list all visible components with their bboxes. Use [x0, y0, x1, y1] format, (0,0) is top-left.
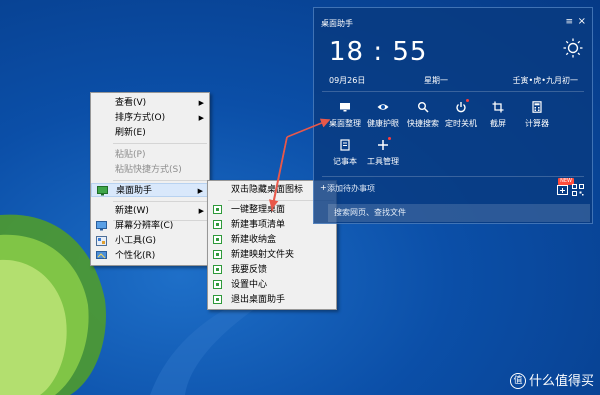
- calendar-add-icon[interactable]: [557, 184, 568, 195]
- gadgets-icon: [96, 236, 107, 246]
- plus-icon: [378, 140, 388, 150]
- chevron-right-icon: ▶: [198, 99, 204, 107]
- desktop-assistant-widget: 桌面助手 ≡ × 18 : 55 09月26日 星期一 壬寅•虎•九月初一 桌面…: [313, 7, 593, 224]
- notification-dot: [388, 137, 391, 140]
- menu-item-new[interactable]: 新建(W) ▶: [91, 204, 209, 218]
- power-icon-wrap: [455, 99, 469, 113]
- notification-dot: [466, 99, 469, 102]
- organize-icon: [213, 205, 222, 214]
- submenu-item-label: 双击隐藏桌面图标: [231, 185, 304, 195]
- tool-label: 工具管理: [367, 157, 399, 166]
- search-icon: [418, 102, 429, 113]
- crop-icon: [492, 101, 504, 113]
- menu-item-personalize[interactable]: 个性化(R): [91, 249, 209, 263]
- date-text: 09月26日: [329, 76, 366, 85]
- menu-item-label: 小工具(G): [115, 236, 156, 246]
- widget-title: 桌面助手: [321, 19, 353, 28]
- menu-item-gadgets[interactable]: 小工具(G): [91, 234, 209, 248]
- menu-item-label: 粘贴(P): [115, 150, 146, 160]
- submenu-item-label: 设置中心: [231, 280, 268, 290]
- chevron-right-icon: ▶: [198, 207, 204, 215]
- personalize-icon: [96, 251, 107, 259]
- power-icon: [456, 102, 466, 113]
- submenu-item-exit[interactable]: 退出桌面助手: [208, 293, 336, 307]
- menu-item-desktop-assistant[interactable]: 桌面助手 ▶: [91, 183, 209, 197]
- monitor-icon: [96, 221, 107, 231]
- menu-separator: [113, 201, 207, 202]
- widget-divider: [322, 91, 584, 92]
- submenu-item-feedback[interactable]: 我要反馈: [208, 263, 336, 277]
- submenu-item-label: 我要反馈: [231, 265, 268, 275]
- menu-item-label: 桌面助手: [116, 186, 153, 196]
- menu-item-paste-shortcut: 粘贴快捷方式(S): [91, 163, 209, 177]
- notepad-icon: [340, 139, 350, 151]
- submenu-item-new-mapped-folder[interactable]: 新建映射文件夹: [208, 248, 336, 262]
- menu-item-paste: 粘贴(P): [91, 148, 209, 162]
- menu-separator: [113, 180, 207, 181]
- watermark: 值什么值得买: [509, 370, 594, 389]
- menu-item-label: 排序方式(O): [115, 113, 166, 123]
- exit-icon: [213, 295, 222, 304]
- submenu-item-label: 新建事项清单: [231, 220, 286, 230]
- submenu-item-label: 新建映射文件夹: [231, 250, 295, 260]
- chevron-right-icon: ▶: [198, 114, 204, 122]
- desktop-context-menu: 查看(V) ▶ 排序方式(O) ▶ 刷新(E) 粘贴(P) 粘贴快捷方式(S) …: [90, 92, 210, 266]
- weekday-text: 星期一: [424, 76, 448, 85]
- lunar-date-text: 壬寅•虎•九月初一: [512, 76, 578, 85]
- monitor-icon: [340, 103, 350, 112]
- menu-item-label: 屏幕分辨率(C): [115, 221, 174, 231]
- menu-item-resolution[interactable]: 屏幕分辨率(C): [91, 219, 209, 233]
- add-todo-input[interactable]: 添加待办事项: [327, 183, 375, 194]
- watermark-text: 什么值得买: [528, 373, 594, 389]
- calculator-icon: [532, 101, 542, 113]
- todo-list-icon: [213, 220, 222, 229]
- submenu-item-label: 一键整理桌面: [231, 205, 286, 215]
- plus-icon-wrap: [377, 137, 391, 151]
- submenu-item-new-box[interactable]: 新建收纳盒: [208, 233, 336, 247]
- chevron-right-icon: ▶: [197, 187, 203, 195]
- tool-calculator[interactable]: 计算器: [514, 101, 560, 135]
- watermark-logo-icon: 值: [509, 373, 526, 389]
- widget-divider: [322, 176, 584, 177]
- gear-icon: [213, 280, 222, 289]
- storage-box-icon: [213, 235, 222, 244]
- search-input[interactable]: 搜索网页、查找文件: [328, 204, 590, 222]
- tool-manage[interactable]: 工具管理: [360, 137, 406, 173]
- menu-separator: [113, 143, 207, 144]
- menu-item-view[interactable]: 查看(V) ▶: [91, 96, 209, 110]
- close-icon[interactable]: ×: [578, 16, 586, 27]
- submenu-item-label: 退出桌面助手: [231, 295, 286, 305]
- add-todo-icon[interactable]: +: [320, 183, 327, 192]
- sun-weather-icon: [563, 38, 583, 58]
- menu-item-label: 粘贴快捷方式(S): [115, 165, 182, 175]
- menu-item-label: 个性化(R): [115, 251, 156, 261]
- feedback-icon: [213, 265, 222, 274]
- menu-item-label: 新建(W): [115, 206, 149, 216]
- clock-time: 18 : 55: [329, 37, 428, 67]
- menu-item-refresh[interactable]: 刷新(E): [91, 126, 209, 140]
- menu-item-label: 查看(V): [115, 98, 147, 108]
- desktop-assistant-icon: [97, 186, 108, 196]
- eye-icon: [377, 104, 389, 110]
- menu-item-sort[interactable]: 排序方式(O) ▶: [91, 111, 209, 125]
- submenu-item-settings[interactable]: 设置中心: [208, 278, 336, 292]
- menu-item-label: 刷新(E): [115, 128, 146, 138]
- qr-code-icon[interactable]: [572, 184, 584, 196]
- folder-icon: [213, 250, 222, 259]
- hamburger-menu-icon[interactable]: ≡: [565, 17, 573, 27]
- submenu-item-label: 新建收纳盒: [231, 235, 277, 245]
- tool-label: 计算器: [525, 119, 549, 128]
